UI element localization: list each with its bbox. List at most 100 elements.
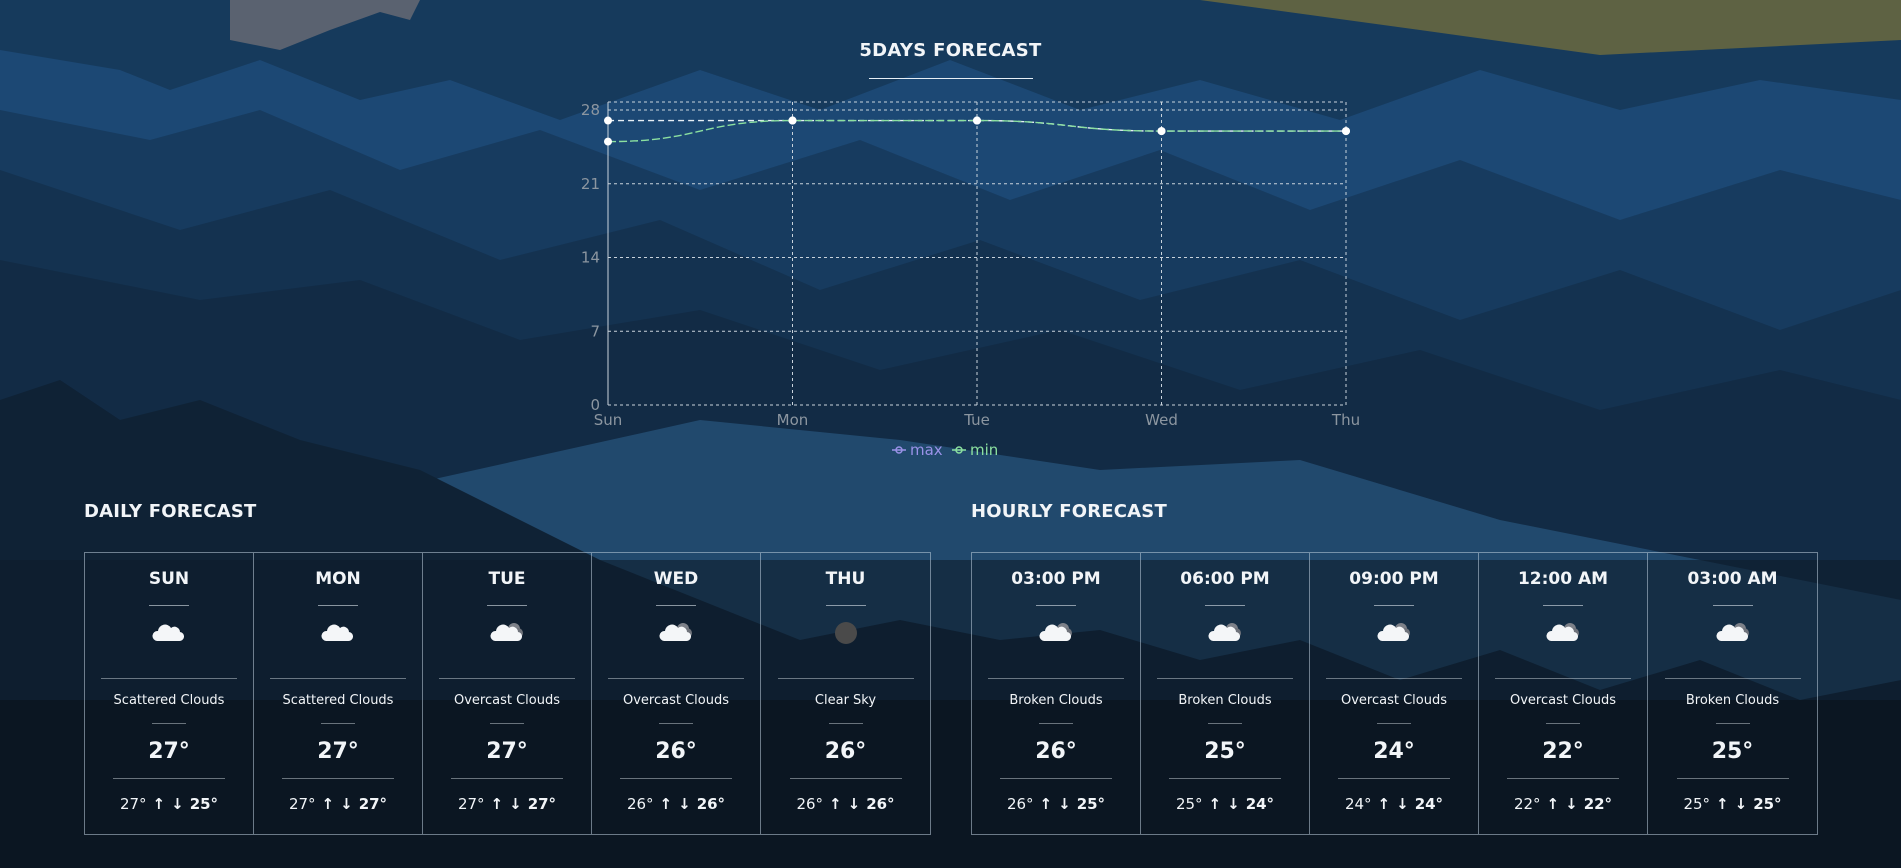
broken-clouds-icon (1205, 617, 1245, 649)
divider (1205, 605, 1245, 606)
chart-title: 5DAYS FORECAST (859, 40, 1042, 61)
arrow-down-icon: ↓ (1396, 795, 1409, 813)
data-point-max (604, 116, 612, 125)
divider (1712, 605, 1753, 606)
broken-clouds-icon (1713, 617, 1753, 649)
daily-card-label: TUE (488, 569, 526, 589)
daily-card-label: MON (315, 569, 361, 589)
arrow-up-icon: ↑ (659, 795, 673, 813)
data-point-min (788, 116, 797, 125)
y-tick-label: 14 (581, 249, 600, 267)
data-point-min (973, 116, 981, 125)
y-tick-label: 21 (581, 175, 600, 193)
temperature-range: 26° ↑ ↓ 26° (627, 795, 725, 813)
hourly-card: 06:00 PM Broken Clouds 25° 25° ↑ ↓ 24° (1141, 553, 1310, 834)
weather-description: Overcast Clouds (1340, 693, 1447, 708)
divider (487, 605, 527, 606)
daily-card-label: SUN (148, 569, 190, 589)
divider (1664, 678, 1801, 679)
temperature: 26° (1035, 739, 1077, 764)
divider (451, 778, 563, 779)
temperature-range: 26° ↑ ↓ 25° (1007, 795, 1105, 813)
divider (1676, 778, 1789, 779)
forecast-line-chart: 07142128Sun Mon Tue Wed Thumax min (581, 101, 1360, 459)
temperature: 26° (655, 739, 697, 764)
hourly-card-label: 12:00 AM (1517, 569, 1609, 589)
arrow-up-icon: ↑ (829, 795, 842, 813)
divider (777, 678, 914, 679)
arrow-down-icon: ↓ (171, 795, 184, 813)
arrow-up-icon: ↑ (321, 795, 335, 813)
arrow-down-icon: ↓ (847, 795, 861, 813)
hourly-forecast-panel: 03:00 PM Broken Clouds 26° 26° ↑ ↓ 25° 06:00 PM… (971, 552, 1818, 835)
high-temp: 26° (626, 795, 654, 813)
divider (1039, 723, 1073, 724)
temperature-range: 26° ↑ ↓ 26° (796, 795, 894, 813)
hourly-forecast-title: HOURLY FORECAST (971, 501, 1167, 522)
x-tick-label: Tue (963, 411, 990, 429)
low-temp: 26° (866, 795, 895, 813)
divider (113, 778, 225, 779)
temperature: 24° (1373, 739, 1415, 764)
weather-description: Broken Clouds (1009, 693, 1103, 708)
daily-card: THU Clear Sky 26° 26° ↑ ↓ 26° (761, 553, 930, 834)
weather-description: Overcast Clouds (1509, 693, 1616, 708)
arrow-down-icon: ↓ (1565, 795, 1578, 813)
temperature: 25° (1204, 739, 1246, 764)
arrow-down-icon: ↓ (1227, 795, 1240, 813)
temperature: 26° (824, 739, 867, 764)
temperature-range: 27° ↑ ↓ 25° (120, 795, 218, 813)
low-temp: 25° (1753, 795, 1782, 813)
temperature-range: 22° ↑ ↓ 22° (1514, 795, 1612, 813)
high-temp: 27° (119, 795, 147, 813)
arrow-down-icon: ↓ (1734, 795, 1748, 813)
divider (659, 723, 693, 724)
hourly-card: 03:00 PM Broken Clouds 26° 26° ↑ ↓ 25° (972, 553, 1141, 834)
divider (656, 605, 696, 606)
daily-forecast-panel: SUN Scattered Clouds 27° 27° ↑ ↓ 25° MON Scatter… (84, 552, 931, 835)
low-temp: 26° (696, 795, 726, 813)
temperature-range: 27° ↑ ↓ 27° (289, 795, 387, 813)
arrow-up-icon: ↑ (1208, 795, 1222, 813)
high-temp: 27° (457, 795, 485, 813)
temperature: 22° (1542, 739, 1584, 764)
divider (101, 678, 237, 679)
x-tick-label: Mon (777, 411, 809, 429)
low-temp: 27° (527, 795, 557, 813)
temperature-range: 27° ↑ ↓ 27° (458, 795, 556, 813)
hourly-card-label: 06:00 PM (1180, 569, 1270, 589)
legend-label-max: max (910, 441, 943, 459)
divider (1338, 778, 1450, 779)
daily-card: MON Scattered Clouds 27° 27° ↑ ↓ 27° (254, 553, 423, 834)
divider (490, 723, 524, 724)
arrow-up-icon: ↑ (152, 795, 166, 813)
divider (988, 678, 1124, 679)
overcast-clouds-icon (1543, 617, 1583, 649)
hourly-card-label: 03:00 AM (1687, 569, 1778, 589)
y-tick-label: 7 (590, 322, 600, 340)
weather-description: Overcast Clouds (453, 693, 560, 708)
divider (1543, 605, 1583, 606)
high-temp: 26° (1006, 795, 1034, 813)
divider (828, 723, 863, 724)
weather-description: Clear Sky (814, 693, 877, 708)
broken-clouds-icon (1036, 617, 1076, 649)
hourly-card-label: 09:00 PM (1349, 569, 1439, 589)
divider (789, 778, 902, 779)
title-underline (869, 78, 1033, 79)
daily-forecast-title: DAILY FORECAST (84, 501, 257, 522)
weather-description: Broken Clouds (1178, 693, 1272, 708)
divider (321, 723, 355, 724)
daily-card-label: WED (653, 569, 699, 589)
daily-card: SUN Scattered Clouds 27° 27° ↑ ↓ 25° (85, 553, 254, 834)
data-point-min (1157, 127, 1166, 136)
high-temp: 26° (796, 795, 824, 813)
divider (825, 605, 866, 606)
legend-label-min: min (970, 441, 998, 459)
divider (1000, 778, 1112, 779)
divider (1377, 723, 1411, 724)
arrow-down-icon: ↓ (678, 795, 691, 813)
weather-description: Broken Clouds (1685, 693, 1780, 708)
temperature: 25° (1711, 739, 1754, 764)
low-temp: 27° (358, 795, 388, 813)
